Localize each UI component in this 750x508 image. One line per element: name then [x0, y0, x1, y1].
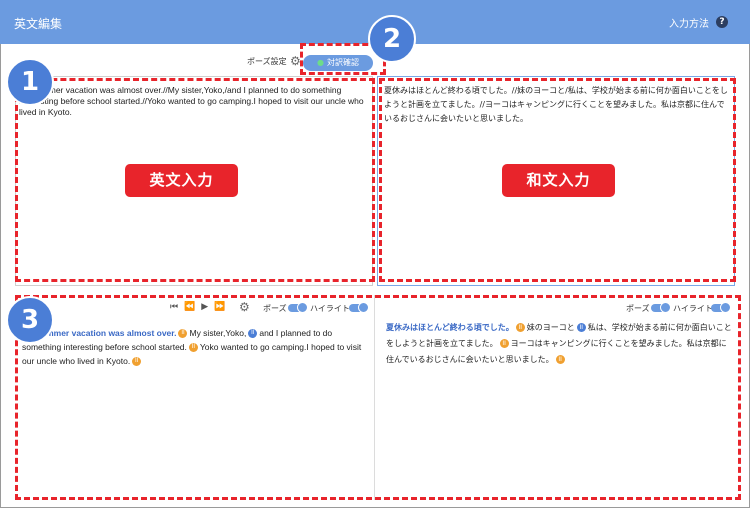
pause-marker-icon[interactable]: II: [515, 323, 525, 332]
pause-marker-icon[interactable]: II: [178, 329, 188, 339]
english-preview: My summer vacation was almost over. II My …: [22, 326, 362, 368]
pause-marker-icon[interactable]: II: [132, 357, 142, 367]
playback-controls[interactable]: ⏮⏪▶⏩: [170, 302, 231, 312]
pause-toggle-ja[interactable]: [651, 302, 671, 313]
pause-marker-icon[interactable]: II: [555, 355, 565, 364]
callout-3: 3: [6, 296, 54, 344]
preview-segment: 夏休みはほとんど終わる頃でした。: [386, 323, 514, 332]
pause-settings-label: ポーズ設定: [247, 57, 287, 66]
callout-1: 1: [6, 58, 54, 106]
pause-marker-icon[interactable]: II: [188, 343, 198, 353]
preview-divider: [374, 295, 375, 500]
pause-marker-icon[interactable]: II: [248, 329, 258, 339]
pause-marker-icon[interactable]: II: [576, 323, 586, 332]
callout-2: 2: [368, 15, 416, 63]
preview-highlight-label-ja: ハイライト: [673, 304, 713, 313]
preview-segment: 妹のヨーコと: [526, 323, 575, 332]
highlight-toggle-ja[interactable]: [711, 302, 731, 313]
preview-segment: My sister,Yoko,: [189, 328, 247, 338]
highlight-toggle[interactable]: [349, 302, 369, 313]
preview-pause-label: ポーズ: [263, 304, 287, 313]
input-method-link[interactable]: 入力方法: [669, 15, 709, 30]
help-icon[interactable]: ?: [716, 16, 728, 28]
pause-toggle[interactable]: [288, 302, 308, 313]
page-title: 英文編集: [14, 17, 63, 31]
preview-pause-label-ja: ポーズ: [626, 304, 650, 313]
preview-gear-icon[interactable]: ⚙: [239, 301, 250, 313]
japanese-preview: 夏休みはほとんど終わる頃でした。 II 妹のヨーコと II 私は、学校が始まる前に何か面…: [386, 320, 732, 368]
pause-marker-icon[interactable]: II: [499, 339, 509, 348]
annotation-box-1b: [379, 78, 736, 282]
annotation-box-1: [15, 78, 375, 282]
preview-highlight-label: ハイライト: [310, 304, 350, 313]
